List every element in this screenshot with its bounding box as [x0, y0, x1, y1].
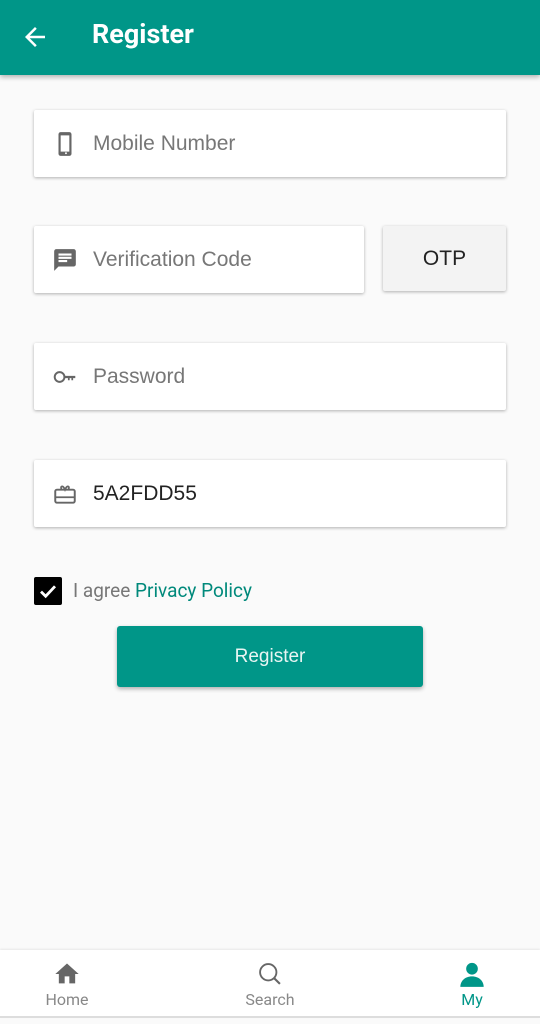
nav-tab-search[interactable]: Search — [210, 950, 330, 1018]
verification-code-field[interactable] — [34, 226, 364, 293]
app-bar: Register — [0, 0, 540, 75]
nav-label: Home — [45, 990, 89, 1009]
agree-checkbox[interactable] — [34, 577, 62, 605]
phone-icon — [58, 131, 72, 156]
page-title: Register — [92, 18, 194, 50]
invite-code-field[interactable] — [34, 460, 506, 527]
person-icon — [460, 962, 484, 987]
password-input[interactable] — [93, 343, 496, 410]
register-button[interactable]: Register — [117, 626, 423, 687]
home-icon — [55, 963, 79, 984]
mobile-number-field[interactable] — [34, 110, 506, 177]
nav-label: Search — [245, 990, 295, 1009]
mobile-number-input[interactable] — [93, 110, 496, 177]
nav-label: My — [461, 990, 483, 1009]
agree-text: I agree — [73, 579, 136, 602]
privacy-policy-link[interactable]: Privacy Policy — [135, 579, 252, 602]
gift-card-icon — [54, 485, 76, 504]
message-icon — [54, 248, 76, 271]
password-field[interactable] — [34, 343, 506, 410]
key-icon — [53, 370, 76, 383]
verification-code-input[interactable] — [93, 226, 354, 293]
otp-button[interactable]: OTP — [383, 226, 506, 291]
invite-code-input[interactable] — [93, 460, 496, 527]
arrow-left-icon[interactable] — [20, 22, 50, 52]
check-icon — [40, 585, 57, 599]
nav-tab-home[interactable]: Home — [7, 950, 127, 1018]
agree-label: I agree Privacy Policy — [73, 579, 252, 602]
search-icon — [259, 963, 281, 985]
nav-tab-my[interactable]: My — [412, 950, 532, 1018]
bottom-nav: Home Search My — [0, 950, 540, 1018]
